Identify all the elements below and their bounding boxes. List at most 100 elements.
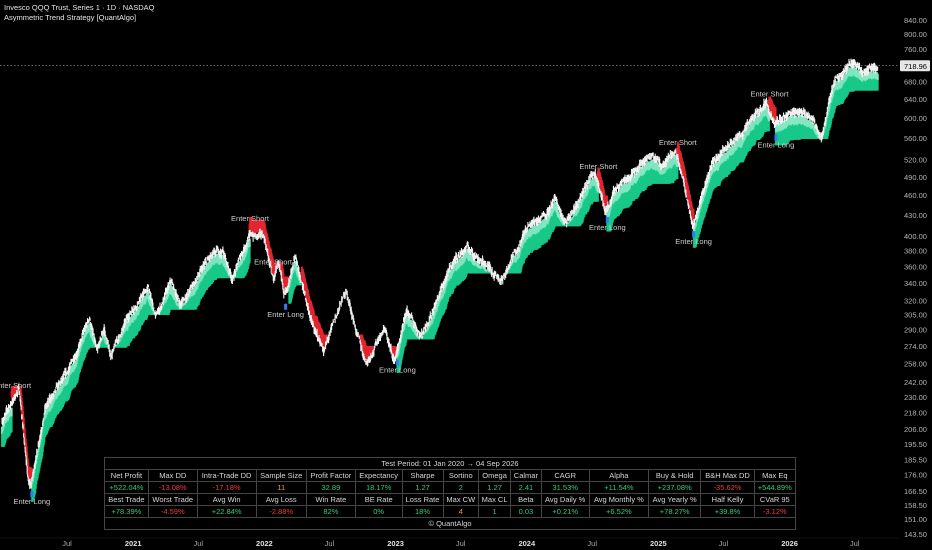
stat-value-8: 1 xyxy=(477,505,512,518)
stat-value-4: 32.89 xyxy=(305,481,356,494)
y-tick-label: 760.00 xyxy=(904,45,927,54)
x-tick-label: Jul xyxy=(850,539,860,548)
x-tick-label: 2025 xyxy=(650,539,667,548)
y-tick-label: 430.00 xyxy=(904,211,927,220)
y-tick-label: 305.00 xyxy=(904,311,927,320)
stat-label-4: Profit Factor xyxy=(305,469,356,482)
enter-short-label: Enter Short xyxy=(659,138,698,147)
enter-short-label: Enter Short xyxy=(750,89,789,98)
stat-label-4: Win Rate xyxy=(305,493,356,506)
stats-row-2-labels: Best Trade Worst Trade Avg Win Avg Loss Win … xyxy=(104,493,797,506)
stat-value-2: -17.18% xyxy=(196,481,257,494)
x-tick-label: 2023 xyxy=(387,539,404,548)
x-tick-label: Jul xyxy=(325,539,335,548)
y-tick-label: 460.00 xyxy=(904,191,927,200)
enter-long-label: Enter Long xyxy=(758,141,795,150)
performance-table: Test Period: 01 Jan 2020 → 04 Sep 2026 N… xyxy=(104,457,797,530)
y-tick-label: 242.00 xyxy=(904,378,927,387)
stat-value-3: -2.88% xyxy=(255,505,307,518)
stat-label-7: Max CW xyxy=(442,493,480,506)
y-tick-label: 800.00 xyxy=(904,30,927,39)
stat-value-11: +6.52% xyxy=(588,505,649,518)
x-tick-label: Jul xyxy=(456,539,466,548)
x-axis: Jul 2021 Jul 2022 Jul 2023 Jul 2024 Jul 2025 Jul 20… xyxy=(0,537,898,548)
y-tick-label: 520.00 xyxy=(904,155,927,164)
stat-value-10: 31.53% xyxy=(540,481,590,494)
stat-label-2: Avg Win xyxy=(196,493,257,506)
y-tick-label: 158.50 xyxy=(904,501,927,510)
stat-value-9: 2.41 xyxy=(510,481,542,494)
y-tick-label: 206.00 xyxy=(904,425,927,434)
trend-band-layer xyxy=(0,66,879,502)
stat-label-3: Avg Loss xyxy=(255,493,307,506)
stat-label-0: Best Trade xyxy=(104,493,149,506)
short-signal-marker xyxy=(676,147,680,154)
y-tick-label: 166.50 xyxy=(904,487,927,496)
y-tick-label: 360.00 xyxy=(904,262,927,271)
enter-short-label: Enter Short xyxy=(254,257,293,266)
stat-value-12: +237.08% xyxy=(647,481,702,494)
stat-label-3: Sample Size xyxy=(255,469,307,482)
stat-value-6: 18% xyxy=(401,505,444,518)
stat-label-9: Beta xyxy=(510,493,542,506)
y-tick-label: 340.00 xyxy=(904,279,927,288)
stat-value-1: -13.08% xyxy=(147,481,198,494)
short-signal-marker xyxy=(248,223,252,230)
y-tick-label: 176.00 xyxy=(904,471,927,480)
x-tick-label: 2024 xyxy=(518,539,536,548)
chart-title: Invesco QQQ Trust, Series 1 · 1D · NASDA… xyxy=(4,3,155,12)
short-signal-marker xyxy=(596,171,600,178)
indicator-name[interactable]: Asymmetric Trend Strategy [QuantAlgo] xyxy=(4,13,136,22)
stat-label-14: CVaR 95 xyxy=(753,493,797,506)
y-tick-label: 320.00 xyxy=(904,297,927,306)
y-tick-label: 560.00 xyxy=(904,134,927,143)
stat-label-2: Intra-Trade DD xyxy=(196,469,257,482)
stat-label-8: Omega xyxy=(477,469,512,482)
x-tick-label: 2026 xyxy=(781,539,798,548)
enter-long-label: Enter Long xyxy=(675,237,712,246)
stat-value-5: 0% xyxy=(354,505,403,518)
stat-label-10: Avg Daily % xyxy=(540,493,590,506)
enter-long-label: Enter Long xyxy=(13,497,50,506)
stat-label-9: Calmar xyxy=(510,469,542,482)
stat-label-7: Sortino xyxy=(442,469,480,482)
stat-label-5: BE Rate xyxy=(354,493,403,506)
y-tick-label: 185.50 xyxy=(904,455,927,464)
x-tick-label: 2022 xyxy=(256,539,273,548)
y-tick-label: 274.00 xyxy=(904,342,927,351)
test-period-label: Test Period: 01 Jan 2020 → 04 Sep 2026 xyxy=(104,457,796,470)
stat-value-4: 82% xyxy=(305,505,356,518)
table-footer: © QuantAlgo xyxy=(104,517,796,530)
y-tick-label: 143.50 xyxy=(904,530,927,539)
y-tick-label: 490.00 xyxy=(904,173,927,182)
y-tick-label: 380.00 xyxy=(904,247,927,256)
stat-value-12: +78.27% xyxy=(647,505,702,518)
stat-label-11: Avg Monthly % xyxy=(588,493,649,506)
stat-label-13: B&H Max DD xyxy=(700,469,755,482)
y-tick-label: 600.00 xyxy=(904,114,927,123)
stat-label-14: Max Eq xyxy=(753,469,797,482)
stat-value-6: 1.27 xyxy=(401,481,444,494)
y-tick-label: 680.00 xyxy=(904,77,927,86)
stat-value-0: +522.04% xyxy=(104,481,149,494)
short-signal-marker xyxy=(767,99,771,106)
y-tick-label: 640.00 xyxy=(904,95,927,104)
enter-short-label: Enter Short xyxy=(231,214,270,223)
short-signal-marker xyxy=(271,267,275,274)
enter-long-label: Enter Long xyxy=(379,366,416,375)
y-tick-label: 258.00 xyxy=(904,359,927,368)
stat-label-6: Loss Rate xyxy=(401,493,444,506)
x-tick-label: Jul xyxy=(587,539,597,548)
stat-label-13: Half Kelly xyxy=(700,493,755,506)
stat-label-6: Sharpe xyxy=(401,469,444,482)
stat-value-0: +78.39% xyxy=(104,505,149,518)
stat-value-14: +544.89% xyxy=(753,481,797,494)
stat-value-7: 4 xyxy=(442,505,480,518)
stat-value-1: -4.59% xyxy=(147,505,198,518)
y-axis: 840.00 800.00 760.00 680.00 640.00 600.00 560.… xyxy=(900,16,930,539)
x-tick-label: Jul xyxy=(719,539,729,548)
enter-short-label: Enter Short xyxy=(579,162,618,171)
y-tick-label: 840.00 xyxy=(904,16,927,25)
x-tick-label: Jul xyxy=(62,539,72,548)
y-tick-label: 218.00 xyxy=(904,408,927,417)
